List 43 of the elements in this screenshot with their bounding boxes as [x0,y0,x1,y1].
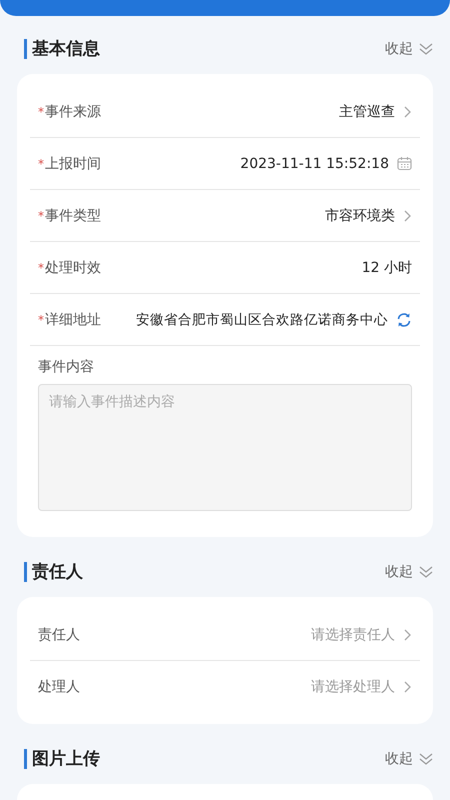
form-row[interactable]: *事件类型 市容环境类 [30,190,420,242]
field-value: 12 小时 [362,258,412,276]
chevron-right-icon [403,104,412,118]
form-row[interactable]: *详细地址 安徽省合肥市蜀山区合欢路亿诺商务中心 [30,294,420,346]
field-label: 详细地址 [45,310,101,328]
section-title: 责任人 [24,562,83,582]
chevron-right-icon [403,680,412,694]
field-placeholder: 请选择责任人 [311,626,395,644]
collapse-button[interactable]: 收起 [385,563,433,581]
double-chevron-icon [419,753,433,765]
field-label: 上报时间 [45,154,101,172]
required-mark: * [38,312,44,326]
form-row[interactable]: 责任人 请选择责任人 [30,609,420,661]
field-value: 安徽省合肥市蜀山区合欢路亿诺商务中心 [136,310,388,328]
description-field[interactable]: 请输入事件描述内容 [38,384,412,511]
field-value: 市容环境类 [325,206,395,224]
chevron-right-icon [403,208,412,222]
field-value: 2023-11-11 15:52:18 [240,156,389,172]
field-label: 事件类型 [45,206,101,224]
collapse-button[interactable]: 收起 [385,40,433,58]
field-label: 处理人 [38,678,80,696]
form-row[interactable]: *事件来源 主管巡查 [30,86,420,138]
field-label: 事件内容 [38,358,95,376]
required-mark: * [38,156,44,170]
form-row[interactable]: *上报时间 2023-11-11 15:52:18 [30,138,420,190]
form-row[interactable]: 处理人 请选择处理人 [30,661,420,712]
field-label: 责任人 [38,626,80,644]
section-title: 图片上传 [24,749,100,769]
section-title: 基本信息 [24,39,100,59]
required-mark: * [38,260,44,274]
double-chevron-icon [419,43,433,55]
calendar-icon [397,156,412,171]
double-chevron-icon [419,566,433,578]
chevron-right-icon [403,628,412,642]
field-label: 事件来源 [45,102,101,120]
field-value: 主管巡查 [339,102,395,120]
refresh-icon [396,312,412,328]
field-label: 处理时效 [45,258,101,276]
required-mark: * [38,208,44,222]
required-mark: * [38,104,44,118]
field-placeholder: 请选择处理人 [311,678,395,696]
collapse-button[interactable]: 收起 [385,750,433,768]
form-row[interactable]: *处理时效 12 小时 [30,242,420,294]
